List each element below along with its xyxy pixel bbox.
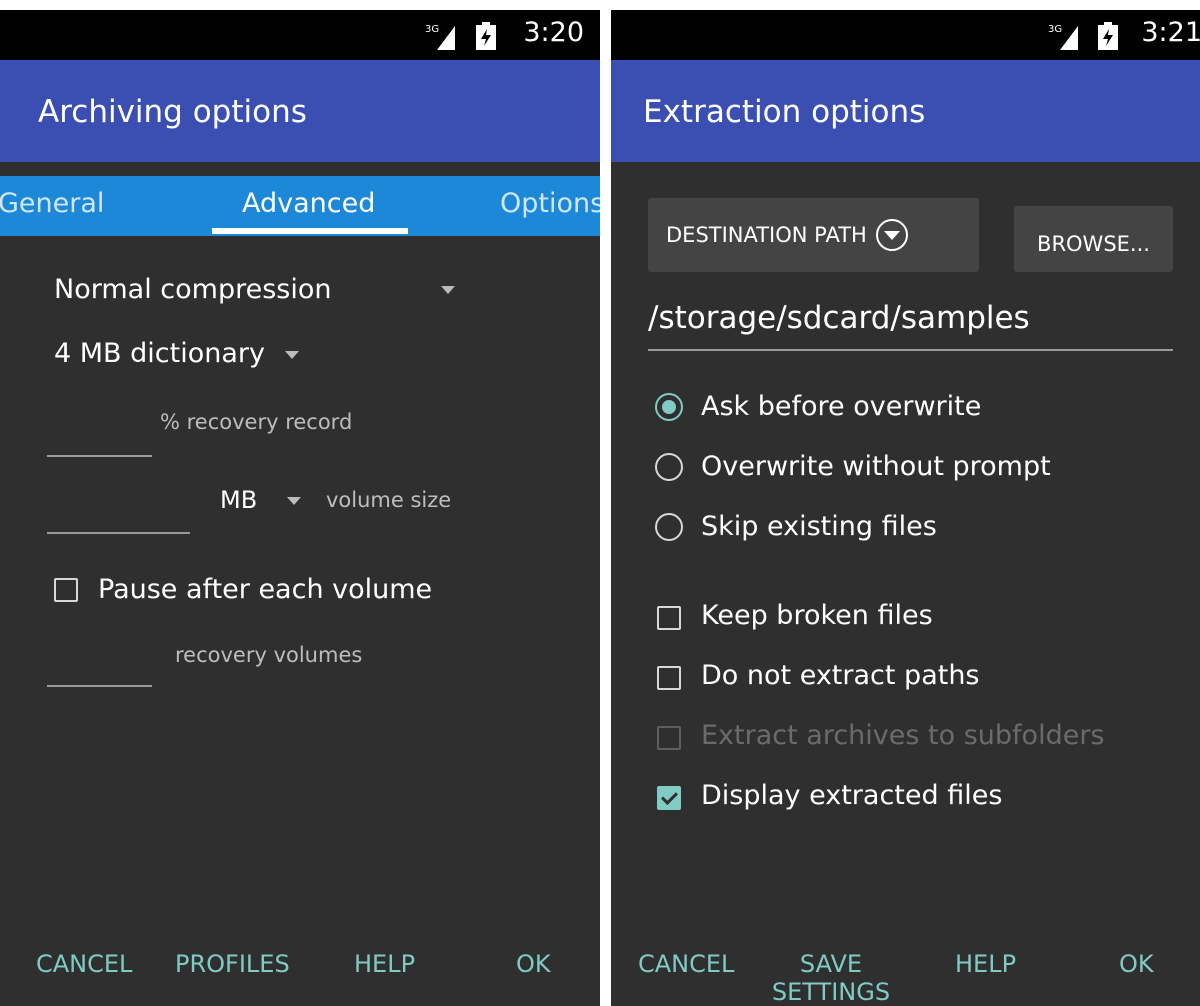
profiles-button[interactable]: PROFILES: [175, 950, 290, 978]
tab-bar: General Advanced Options: [0, 176, 600, 236]
status-time: 3:20: [523, 17, 584, 48]
radio-label: Ask before overwrite: [701, 391, 982, 422]
battery-icon: [1098, 22, 1118, 50]
ok-button[interactable]: OK: [1119, 950, 1154, 978]
destination-path-button[interactable]: DESTINATION PATH: [648, 198, 979, 272]
save-settings-button[interactable]: SAVE SETTINGS: [771, 950, 891, 1006]
checkbox-label: Extract archives to subfolders: [701, 720, 1105, 751]
ok-button[interactable]: OK: [516, 950, 551, 978]
status-bar: 3G 3:21: [611, 10, 1200, 60]
signal-3g-icon: 3G: [425, 24, 455, 50]
tab-options[interactable]: Options: [500, 188, 600, 219]
save-settings-line1: SAVE: [799, 950, 863, 978]
status-bar: 3G 3:20: [0, 10, 600, 60]
chevron-down-circle-icon: [875, 219, 908, 251]
recovery-percent-input[interactable]: [47, 455, 152, 457]
help-button[interactable]: HELP: [955, 950, 1016, 978]
cancel-button[interactable]: CANCEL: [36, 950, 132, 978]
recovery-volumes-label: recovery volumes: [175, 643, 363, 667]
browse-label: BROWSE...: [1037, 232, 1150, 256]
checkbox-do-not-extract-paths[interactable]: [657, 666, 681, 690]
recovery-percent-label: % recovery record: [160, 410, 353, 434]
volume-unit-dropdown-icon[interactable]: [287, 497, 301, 505]
compression-select[interactable]: Normal compression: [54, 274, 331, 305]
status-time: 3:21: [1141, 17, 1200, 48]
archiving-options-screen: 3G 3:20 Archiving options General Advanc…: [0, 10, 600, 1006]
extraction-options-screen: 3G 3:21 Extraction options DESTINATION P…: [611, 10, 1200, 1006]
volume-unit-select[interactable]: MB: [220, 486, 257, 514]
volume-size-input[interactable]: [47, 532, 190, 534]
app-bar: Extraction options: [611, 60, 1200, 162]
checkbox-display-extracted-files[interactable]: [657, 786, 681, 810]
pause-checkbox[interactable]: [54, 578, 78, 602]
save-settings-line2: SETTINGS: [771, 978, 891, 1006]
checkbox-extract-to-subfolders: [657, 726, 681, 750]
checkbox-label: Keep broken files: [701, 600, 933, 631]
radio-skip-existing-files[interactable]: [655, 513, 683, 541]
checkbox-label: Display extracted files: [701, 780, 1003, 811]
battery-icon: [476, 22, 496, 50]
network-type-label: 3G: [1048, 24, 1062, 35]
volume-size-label: volume size: [326, 488, 452, 512]
pause-label: Pause after each volume: [98, 574, 433, 605]
cancel-button[interactable]: CANCEL: [638, 950, 734, 978]
radio-ask-before-overwrite[interactable]: [655, 393, 683, 421]
checkbox-label: Do not extract paths: [701, 660, 980, 691]
page-title: Extraction options: [643, 94, 926, 130]
destination-path-field[interactable]: /storage/sdcard/samples: [648, 300, 1030, 336]
destination-path-label: DESTINATION PATH: [666, 223, 867, 247]
page-title: Archiving options: [38, 94, 307, 130]
compression-dropdown-icon[interactable]: [441, 286, 455, 294]
help-button[interactable]: HELP: [354, 950, 415, 978]
dictionary-select[interactable]: 4 MB dictionary: [54, 338, 265, 369]
destination-path-underline: [648, 349, 1173, 351]
signal-3g-icon: 3G: [1048, 24, 1078, 50]
app-bar: Archiving options: [0, 60, 600, 162]
network-type-label: 3G: [425, 24, 439, 35]
browse-button[interactable]: BROWSE...: [1014, 206, 1173, 272]
radio-overwrite-without-prompt[interactable]: [655, 453, 683, 481]
dictionary-dropdown-icon[interactable]: [285, 351, 299, 359]
checkbox-keep-broken-files[interactable]: [657, 606, 681, 630]
tab-advanced[interactable]: Advanced: [242, 188, 375, 219]
recovery-volumes-input[interactable]: [47, 685, 152, 687]
tab-general[interactable]: General: [0, 188, 104, 219]
tab-indicator: [212, 228, 408, 234]
radio-label: Overwrite without prompt: [701, 451, 1051, 482]
radio-label: Skip existing files: [701, 511, 937, 542]
